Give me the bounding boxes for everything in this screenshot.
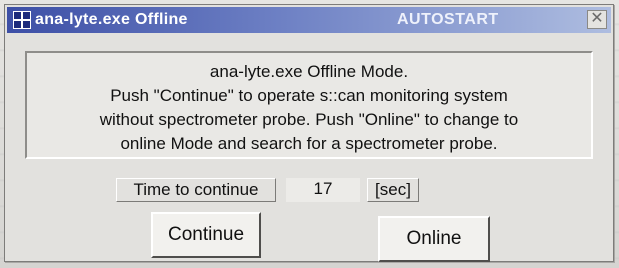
offline-mode-dialog: ana-lyte.exe Offline AUTOSTART ✕ ana-lyt… bbox=[4, 4, 614, 262]
message-line: without spectrometer probe. Push "Online… bbox=[99, 110, 519, 129]
time-to-continue-label: Time to continue bbox=[116, 178, 276, 202]
title-bar[interactable]: ana-lyte.exe Offline AUTOSTART ✕ bbox=[7, 7, 611, 33]
app-icon bbox=[13, 11, 31, 29]
online-button[interactable]: Online bbox=[378, 216, 490, 262]
message-line: ana-lyte.exe Offline Mode. bbox=[209, 62, 409, 81]
message-line: online Mode and search for a spectromete… bbox=[120, 134, 498, 153]
countdown-value: 17 bbox=[286, 178, 360, 202]
close-icon[interactable]: ✕ bbox=[587, 10, 607, 29]
message-panel: ana-lyte.exe Offline Mode. Push "Continu… bbox=[25, 51, 593, 159]
continue-button[interactable]: Continue bbox=[151, 212, 261, 258]
countdown-unit: [sec] bbox=[367, 178, 419, 202]
message-line: Push "Continue" to operate s::can monito… bbox=[110, 86, 508, 105]
window-mode-label: AUTOSTART bbox=[397, 11, 499, 28]
window-title: ana-lyte.exe Offline bbox=[35, 11, 188, 28]
